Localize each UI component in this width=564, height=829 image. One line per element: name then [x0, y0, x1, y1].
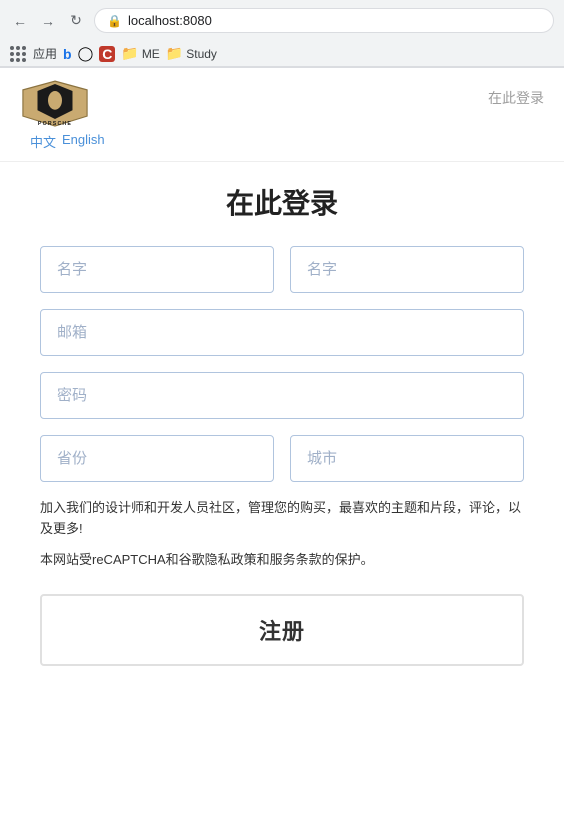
browser-chrome: ← → ↻ 🔒 localhost:8080 应用 b ◯ C 📁 ME: [0, 0, 564, 68]
register-button[interactable]: 注册: [40, 594, 524, 666]
forward-button[interactable]: →: [38, 11, 58, 31]
name-row: [40, 246, 524, 293]
bookmark-me-label: ME: [142, 47, 160, 61]
password-input[interactable]: [40, 372, 524, 419]
recaptcha-info-text: 本网站受reCAPTCHA和谷歌隐私政策和服务条款的保护。: [40, 550, 524, 571]
last-name-input[interactable]: [290, 246, 524, 293]
bookmark-study[interactable]: 📁 Study: [166, 45, 217, 62]
bookmark-c[interactable]: C: [99, 46, 115, 62]
first-name-input[interactable]: [40, 246, 274, 293]
site-header: PORSCHE 中文 English 在此登录: [0, 68, 564, 162]
lang-zh-link[interactable]: 中文: [30, 132, 56, 151]
password-row: [40, 372, 524, 419]
email-input[interactable]: [40, 309, 524, 356]
location-row: [40, 435, 524, 482]
apps-grid-icon: [10, 46, 26, 62]
bookmark-b[interactable]: b: [63, 46, 72, 62]
refresh-button[interactable]: ↻: [66, 11, 86, 31]
page-content: PORSCHE 中文 English 在此登录 在此登录: [0, 68, 564, 829]
apps-label: 应用: [33, 45, 57, 62]
github-icon: ◯: [78, 45, 94, 62]
browser-nav-bar: ← → ↻ 🔒 localhost:8080: [0, 0, 564, 41]
folder-me-icon: 📁: [121, 45, 138, 62]
secure-icon: 🔒: [107, 14, 122, 28]
language-links: 中文 English: [20, 132, 105, 151]
page-title: 在此登录: [40, 182, 524, 222]
c-icon: C: [99, 46, 115, 62]
back-button[interactable]: ←: [10, 11, 30, 31]
logo-area: PORSCHE 中文 English: [20, 78, 105, 151]
url-text: localhost:8080: [128, 13, 212, 28]
city-input[interactable]: [290, 435, 524, 482]
folder-study-icon: 📁: [166, 45, 183, 62]
header-login-link[interactable]: 在此登录: [488, 78, 544, 108]
bookmark-me[interactable]: 📁 ME: [121, 45, 159, 62]
apps-shortcut[interactable]: 应用: [10, 45, 57, 62]
community-info-text: 加入我们的设计师和开发人员社区，管理您的购买，最喜欢的主题和片段，评论，以及更多…: [40, 498, 524, 540]
bookmarks-bar: 应用 b ◯ C 📁 ME 📁 Study: [0, 41, 564, 67]
porsche-logo: PORSCHE: [20, 78, 90, 128]
bookmark-github[interactable]: ◯: [78, 45, 94, 62]
lang-en-link[interactable]: English: [62, 132, 105, 151]
email-row: [40, 309, 524, 356]
main-form-area: 在此登录 加入我们的设计师和开发人员社区，管理您的购买，最喜欢的主题和片段，评论…: [0, 162, 564, 686]
province-input[interactable]: [40, 435, 274, 482]
svg-text:PORSCHE: PORSCHE: [38, 121, 72, 127]
address-bar[interactable]: 🔒 localhost:8080: [94, 8, 554, 33]
bing-icon: b: [63, 46, 72, 62]
bookmark-study-label: Study: [186, 47, 217, 61]
